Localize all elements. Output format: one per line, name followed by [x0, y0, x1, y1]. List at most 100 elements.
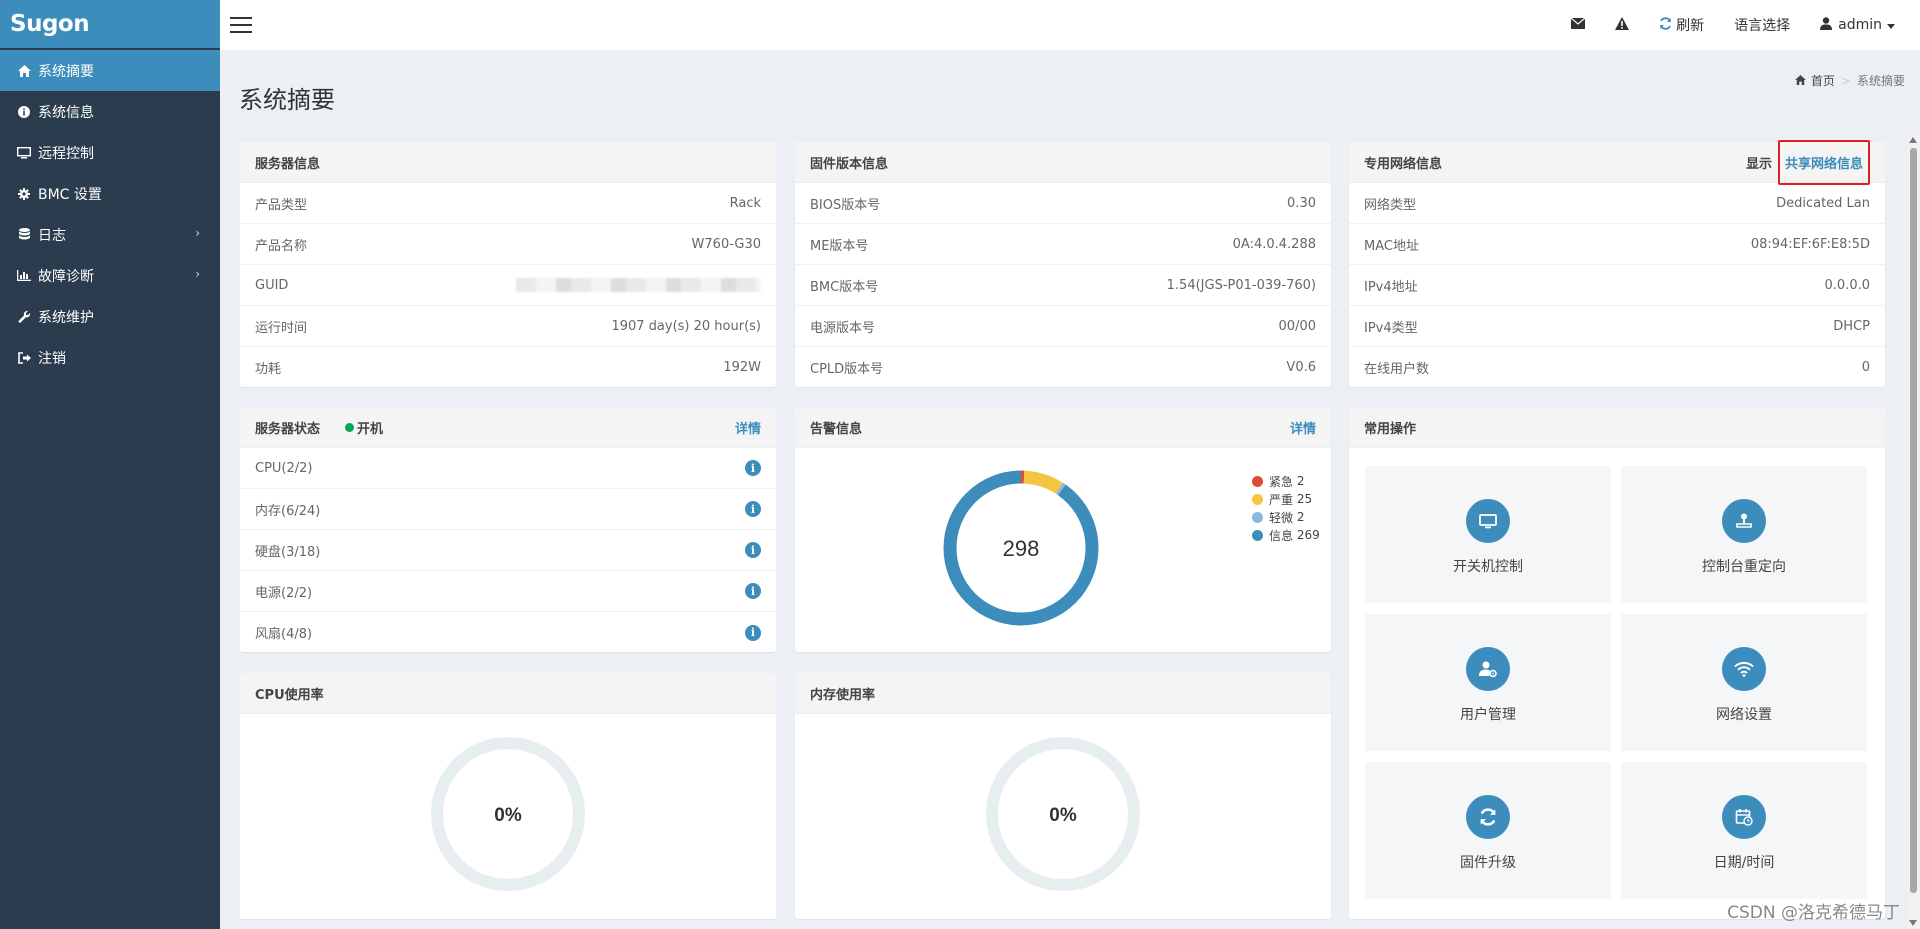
sidebar-item-logout[interactable]: 注销 — [0, 337, 220, 378]
envelope-icon — [1570, 17, 1586, 33]
messages-button[interactable] — [1556, 0, 1600, 50]
info-row: CPLD版本号 V0.6 — [810, 360, 1316, 377]
info-icon[interactable]: i — [745, 583, 761, 599]
sidebar-item-label: 故障诊断 — [38, 268, 94, 285]
breadcrumb-separator: > — [1840, 73, 1851, 88]
sidebar-item-bmc-settings[interactable]: BMC 设置 — [0, 173, 220, 214]
scroll-thumb[interactable] — [1910, 148, 1917, 893]
server-status-card: 服务器状态 开机 详情 CPU(2/2) i 内存(6/24) i 硬盘(3/18)… — [240, 407, 776, 652]
card-header: 告警信息 详情 — [795, 407, 1331, 448]
legend-item-minor[interactable]: 轻微 2 — [1252, 508, 1320, 526]
firmware-info-card: 固件版本信息 BIOS版本号 0.30 ME版本号 0A:4.0.4.288 BMC… — [795, 142, 1331, 387]
refresh-button[interactable]: 刷新 — [1644, 0, 1719, 50]
info-row: 功耗 192W — [255, 360, 761, 377]
warning-icon — [1615, 16, 1630, 34]
logo[interactable]: Sugon — [0, 0, 220, 50]
cpu-usage-card: CPU使用率 0% — [240, 673, 776, 919]
console-redirect-button[interactable]: 控制台重定向 — [1621, 466, 1867, 603]
info-row: 产品类型 Rack — [240, 183, 776, 224]
database-icon — [14, 228, 34, 241]
date-time-button[interactable]: 日期/时间 — [1621, 762, 1867, 899]
menu-toggle-icon[interactable] — [230, 17, 252, 33]
sidebar: Sugon 系统摘要 系统信息 远程控制 BMC 设置 日志 › 故障诊断 › … — [0, 0, 220, 929]
info-circle-icon — [14, 105, 34, 118]
wrench-icon — [14, 310, 34, 323]
page-scrollbar[interactable] — [1907, 134, 1920, 929]
refresh-icon — [1466, 795, 1510, 839]
card-title: 告警信息 — [810, 421, 863, 437]
user-icon — [1820, 16, 1833, 34]
scroll-up-arrow[interactable] — [1909, 137, 1917, 143]
sidebar-item-system-info[interactable]: 系统信息 — [0, 91, 220, 132]
sidebar-item-label: 系统信息 — [38, 104, 94, 121]
alerts-button[interactable] — [1600, 0, 1644, 50]
sidebar-item-system-maintenance[interactable]: 系统维护 — [0, 296, 220, 337]
status-row: 风扇(4/8) i — [240, 612, 776, 653]
page-title: 系统摘要 — [239, 86, 335, 114]
user-menu[interactable]: admin — [1805, 0, 1920, 50]
info-row: 产品名称 W760-G30 — [240, 224, 776, 265]
monitor-icon — [14, 146, 34, 159]
network-settings-button[interactable]: 网络设置 — [1621, 614, 1867, 751]
cpu-usage-gauge: 0% — [431, 737, 585, 891]
memory-usage-gauge: 0% — [986, 737, 1140, 891]
card-title: 固件版本信息 — [795, 142, 1331, 183]
scroll-down-arrow[interactable] — [1909, 920, 1917, 926]
gear-icon — [14, 187, 34, 200]
info-row: MAC地址 08:94:EF:6F:E8:5D — [1349, 224, 1885, 265]
shared-network-info-link[interactable]: 共享网络信息 — [1777, 139, 1870, 185]
firmware-upgrade-button[interactable]: 固件升级 — [1365, 762, 1611, 899]
info-icon[interactable]: i — [745, 624, 761, 641]
alert-total-label: 298 — [1003, 536, 1040, 561]
power-status-text: 开机 — [357, 421, 384, 437]
sidebar-item-logs[interactable]: 日志 › — [0, 214, 220, 255]
alert-legend: 紧急 2 严重 25 轻微 2 信息 269 — [1252, 472, 1320, 544]
alerts-details-link[interactable]: 详情 — [1290, 418, 1316, 437]
memory-usage-card: 内存使用率 0% — [795, 673, 1331, 919]
user-settings-icon — [1466, 647, 1510, 691]
card-title: 服务器状态 — [255, 421, 321, 437]
refresh-icon — [1659, 16, 1672, 34]
caret-down-icon — [1887, 17, 1895, 33]
operations-grid: 开关机控制 控制台重定向 用户管理 网络设置 固件升级 日期/时间 — [1349, 448, 1885, 917]
network-info-card: 专用网络信息 显示 共享网络信息 网络类型 Dedicated Lan MAC地址… — [1349, 139, 1885, 387]
sidebar-item-label: 系统摘要 — [38, 63, 94, 80]
legend-dot — [1252, 475, 1263, 487]
legend-dot — [1252, 529, 1263, 541]
power-control-button[interactable]: 开关机控制 — [1365, 466, 1611, 603]
status-row: 电源(2/2) i — [240, 571, 776, 612]
watermark: CSDN @洛克希德马丁 — [1727, 903, 1900, 923]
cpu-usage-value: 0% — [494, 805, 522, 826]
legend-item-major[interactable]: 严重 25 — [1252, 490, 1320, 508]
calendar-clock-icon — [1722, 795, 1766, 839]
breadcrumb: 首页 > 系统摘要 — [1794, 72, 1905, 89]
legend-dot — [1252, 493, 1263, 505]
legend-item-info[interactable]: 信息 269 — [1252, 526, 1320, 544]
card-title: 专用网络信息 — [1364, 156, 1443, 172]
sidebar-menu: 系统摘要 系统信息 远程控制 BMC 设置 日志 › 故障诊断 › 系统维护 注… — [0, 50, 220, 378]
common-operations-card: 常用操作 开关机控制 控制台重定向 用户管理 网络设置 固件升级 日期/时间 — [1349, 407, 1885, 919]
topbar: 刷新 语言选择 admin — [220, 0, 1920, 50]
alert-donut-chart[interactable]: 298 — [936, 463, 1106, 633]
wifi-icon — [1722, 647, 1766, 691]
info-row: 网络类型 Dedicated Lan — [1349, 183, 1885, 224]
sidebar-item-system-summary[interactable]: 系统摘要 — [0, 50, 220, 91]
info-icon[interactable]: i — [745, 542, 761, 558]
power-status-dot — [345, 422, 355, 432]
info-icon[interactable]: i — [745, 501, 761, 517]
card-header: 专用网络信息 显示 共享网络信息 — [1349, 139, 1885, 185]
language-select[interactable]: 语言选择 — [1719, 0, 1805, 50]
info-icon[interactable]: i — [745, 460, 761, 476]
info-row: 运行时间 1907 day(s) 20 hour(s) — [240, 306, 776, 347]
breadcrumb-home[interactable]: 首页 — [1811, 72, 1835, 89]
server-status-details-link[interactable]: 详情 — [735, 418, 761, 437]
status-row: 硬盘(3/18) i — [240, 530, 776, 571]
joystick-icon — [1722, 499, 1766, 543]
sidebar-item-fault-diagnosis[interactable]: 故障诊断 › — [0, 255, 220, 296]
card-header: 服务器状态 开机 详情 — [240, 407, 776, 448]
status-row: CPU(2/2) i — [240, 448, 776, 489]
legend-item-critical[interactable]: 紧急 2 — [1252, 472, 1320, 490]
user-management-button[interactable]: 用户管理 — [1365, 614, 1611, 751]
sidebar-item-remote-control[interactable]: 远程控制 — [0, 132, 220, 173]
sidebar-item-label: 系统维护 — [38, 309, 94, 326]
